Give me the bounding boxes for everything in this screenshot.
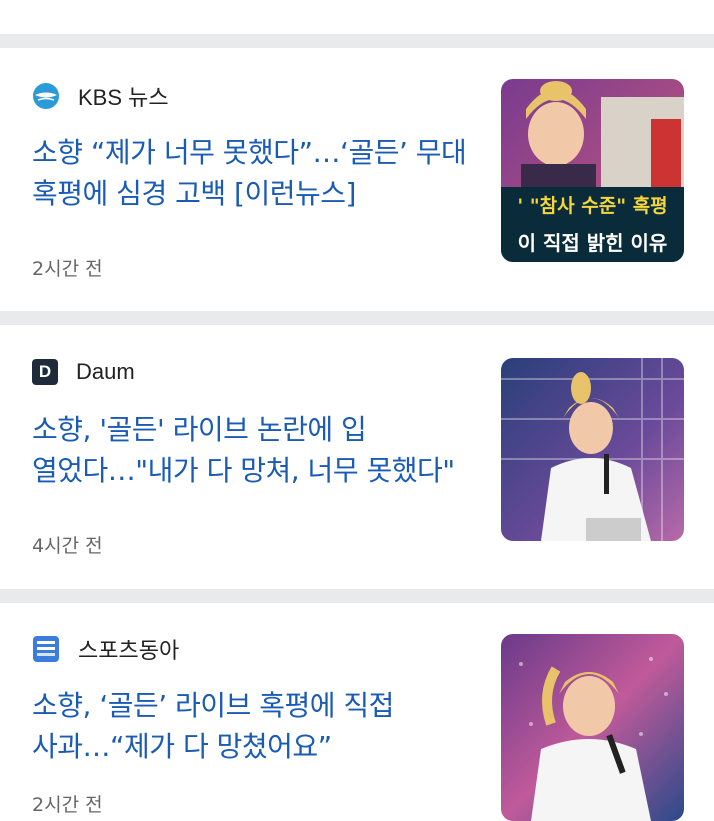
separator: [0, 34, 714, 48]
thumbnail[interactable]: [501, 358, 684, 541]
separator: [0, 589, 714, 603]
published-time: 2시간 전: [32, 258, 103, 280]
news-feed: KBS 뉴스 소향 “제가 너무 못했다”…‘골든’ 무대 혹평에 심경 고백 …: [0, 0, 714, 821]
thumbnail-caption: 이 직접 밝힌 이유: [517, 231, 668, 255]
top-gap: [0, 0, 714, 34]
thumbnail[interactable]: [501, 634, 684, 821]
kbs-logo-icon: [32, 82, 60, 110]
headline[interactable]: 소향, '골든' 라이브 논란에 입 열었다…"내가 다 망쳐, 너무 못했다": [32, 409, 472, 491]
source-row: 스포츠동아: [32, 633, 179, 665]
news-card-kbs[interactable]: KBS 뉴스 소향 “제가 너무 못했다”…‘골든’ 무대 혹평에 심경 고백 …: [0, 48, 714, 311]
daum-logo-letter: D: [38, 362, 52, 381]
headline[interactable]: 소향 “제가 너무 못했다”…‘골든’ 무대 혹평에 심경 고백 [이런뉴스]: [32, 132, 472, 214]
source-name: 스포츠동아: [78, 638, 180, 663]
thumbnail-caption: ' "참사 수준" 혹평: [517, 195, 668, 217]
source-row: D Daum: [32, 356, 135, 388]
thumbnail[interactable]: ' "참사 수준" 혹평 이 직접 밝힌 이유: [501, 79, 684, 262]
source-row: KBS 뉴스: [32, 80, 169, 112]
news-card-daum[interactable]: D Daum 소향, '골든' 라이브 논란에 입 열었다…"내가 다 망쳐, …: [0, 325, 714, 589]
published-time: 2시간 전: [32, 794, 103, 816]
separator: [0, 311, 714, 325]
news-card-sports-donga[interactable]: 스포츠동아 소향, ‘골든’ 라이브 혹평에 직접 사과…“제가 다 망쳤어요”…: [0, 603, 714, 821]
published-time: 4시간 전: [32, 535, 103, 557]
source-name: KBS 뉴스: [78, 85, 169, 110]
daum-logo-icon: D: [32, 359, 58, 385]
headline[interactable]: 소향, ‘골든’ 라이브 혹평에 직접 사과…“제가 다 망쳤어요”: [32, 685, 472, 767]
source-name: Daum: [76, 359, 135, 384]
sports-donga-logo-icon: [32, 635, 60, 663]
